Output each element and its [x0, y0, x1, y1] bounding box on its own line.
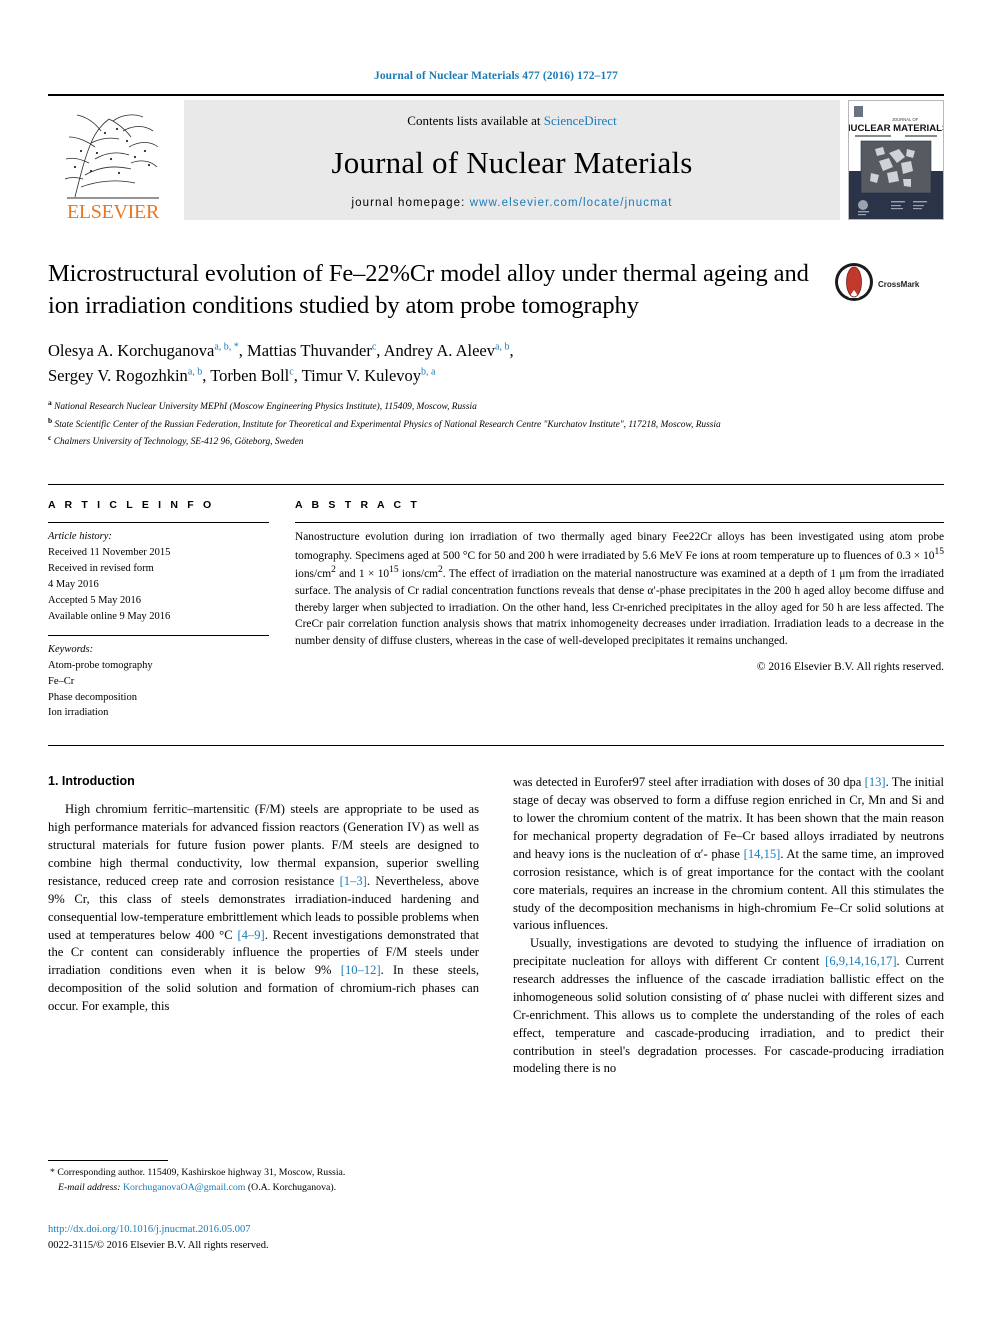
abstract-copyright: © 2016 Elsevier B.V. All rights reserved…	[756, 660, 944, 673]
citation-link[interactable]: [13]	[865, 775, 886, 789]
history-item: 4 May 2016	[48, 578, 99, 590]
affiliation-list: a National Research Nuclear University M…	[48, 397, 944, 450]
footnote-body: Corresponding author. 115409, Kashirskoe…	[57, 1167, 346, 1178]
crossmark-badge[interactable]: CrossMark	[834, 258, 944, 307]
article-history-label: Article history:	[48, 530, 112, 542]
issn-copyright: 0022-3115/© 2016 Elsevier B.V. All right…	[48, 1239, 269, 1251]
history-item: Received in revised form	[48, 562, 154, 574]
author-name: Sergey V. Rogozhkin	[48, 366, 188, 386]
history-item: Available online 9 May 2016	[48, 610, 171, 622]
body-column-right: was detected in Eurofer97 steel after ir…	[513, 774, 944, 1078]
affiliation-marker: c	[48, 433, 52, 443]
journal-banner: Contents lists available at ScienceDirec…	[184, 100, 840, 220]
affiliation-text: National Research Nuclear University MEP…	[54, 401, 477, 412]
affiliation-marker: b	[48, 415, 53, 425]
article-info-column: A R T I C L E I N F O Article history: R…	[48, 499, 295, 721]
paragraph: High chromium ferritic–martensitic (F/M)…	[48, 801, 479, 1016]
affiliation-item: c Chalmers University of Technology, SE-…	[48, 432, 944, 450]
citation-link[interactable]: [10–12]	[341, 963, 381, 977]
abstract-superscript: 15	[934, 546, 945, 557]
abstract-superscript: 15	[389, 565, 399, 576]
author-affiliation-marker[interactable]: c	[372, 341, 376, 352]
author-name: Mattias Thuvander	[247, 340, 372, 360]
keyword-item[interactable]: Fe–Cr	[48, 674, 269, 690]
author-affiliation-marker[interactable]: c	[289, 367, 293, 378]
affiliation-text: Chalmers University of Technology, SE-41…	[53, 437, 304, 448]
abstract-part: ions/cm	[398, 568, 438, 581]
article-page: Journal of Nuclear Materials 477 (2016) …	[0, 0, 992, 1323]
elsevier-logo: ELSEVIER	[48, 96, 178, 224]
running-head: Journal of Nuclear Materials 477 (2016) …	[373, 70, 619, 82]
abstract-part: ions/cm	[295, 568, 332, 581]
svg-text:NUCLEAR MATERIALS: NUCLEAR MATERIALS	[849, 123, 943, 134]
author-affiliation-marker[interactable]: a, b	[188, 367, 202, 378]
email-owner: (O.A. Korchuganova).	[245, 1181, 337, 1193]
affiliation-item: b State Scientific Center of the Russian…	[48, 415, 944, 433]
affiliation-item: a National Research Nuclear University M…	[48, 397, 944, 415]
abstract-heading: A B S T R A C T	[295, 498, 420, 511]
info-abstract-block: A R T I C L E I N F O Article history: R…	[48, 483, 944, 721]
email-link[interactable]: KorchuganovaOA@gmail.com	[123, 1182, 245, 1193]
citation-link[interactable]: [1–3]	[340, 874, 367, 888]
author-affiliation-marker[interactable]: a, b, *	[214, 341, 238, 352]
abstract-column: A B S T R A C T Nanostructure evolution …	[295, 499, 944, 721]
keywords-block: Keywords: Atom-probe tomography Fe–Cr Ph…	[48, 636, 269, 722]
footer-doi-block: http://dx.doi.org/10.1016/j.jnucmat.2016…	[48, 1222, 269, 1254]
author-name: Andrey A. Aleev	[383, 340, 495, 360]
author-name: Torben Boll	[210, 366, 290, 386]
history-item: Accepted 5 May 2016	[48, 594, 142, 606]
journal-homepage-link[interactable]: www.elsevier.com/locate/jnucmat	[470, 197, 673, 209]
paragraph-text: . Current research addresses the influen…	[513, 954, 944, 1076]
footnote-text: * Corresponding author. 115409, Kashirsk…	[48, 1161, 468, 1195]
affiliation-marker: a	[48, 397, 52, 407]
author-name: Timur V. Kulevoy	[301, 366, 422, 386]
footnote-marker: *	[50, 1167, 55, 1178]
journal-title: Journal of Nuclear Materials	[331, 145, 693, 180]
body-columns: 1. Introduction High chromium ferritic–m…	[48, 745, 944, 1078]
journal-homepage-line: journal homepage: www.elsevier.com/locat…	[351, 197, 672, 209]
crossmark-label: CrossMark	[878, 280, 920, 289]
email-label: E-mail address:	[58, 1181, 121, 1193]
contents-prefix: Contents lists available at	[407, 113, 544, 128]
crossmark-icon	[834, 262, 874, 307]
journal-cover-thumbnail: JOURNAL OF NUCLEAR MATERIALS	[848, 100, 944, 220]
author-affiliation-marker[interactable]: b, a	[421, 367, 435, 378]
keyword-item[interactable]: Atom-probe tomography	[48, 658, 269, 674]
history-item: Received 11 November 2015	[48, 546, 171, 558]
affiliation-text: State Scientific Center of the Russian F…	[54, 419, 721, 430]
author-affiliation-marker[interactable]: a, b	[495, 341, 509, 352]
citation-link[interactable]: [4–9]	[237, 928, 264, 942]
citation-link[interactable]: [14,15]	[744, 847, 781, 861]
homepage-prefix: journal homepage:	[351, 197, 470, 209]
elsevier-wordmark: ELSEVIER	[66, 201, 160, 223]
citation-link[interactable]: [6,9,14,16,17]	[825, 954, 896, 968]
paragraph: Usually, investigations are devoted to s…	[513, 935, 944, 1078]
article-info-heading: A R T I C L E I N F O	[48, 498, 215, 511]
contents-line: Contents lists available at ScienceDirec…	[407, 113, 616, 129]
doi-link[interactable]: http://dx.doi.org/10.1016/j.jnucmat.2016…	[48, 1222, 269, 1238]
page-title: Microstructural evolution of Fe–22%Cr mo…	[48, 260, 809, 319]
keyword-item[interactable]: Phase decomposition	[48, 690, 269, 706]
body-column-left: 1. Introduction High chromium ferritic–m…	[48, 774, 479, 1078]
article-history: Article history: Received 11 November 20…	[48, 523, 269, 635]
keywords-label: Keywords:	[48, 643, 94, 655]
journal-masthead: ELSEVIER Contents lists available at Sci…	[48, 94, 944, 224]
section-heading-introduction: 1. Introduction	[48, 774, 135, 789]
abstract-text: Nanostructure evolution during ion irrad…	[295, 523, 944, 650]
elsevier-tree-icon	[61, 103, 165, 201]
paragraph: was detected in Eurofer97 steel after ir…	[513, 774, 944, 935]
svg-text:JOURNAL OF: JOURNAL OF	[892, 117, 919, 122]
author-list: Olesya A. Korchuganovaa, b, *, Mattias T…	[48, 340, 514, 386]
abstract-part: . The effect of irradiation on the mater…	[295, 568, 944, 648]
corresponding-author-footnote: * Corresponding author. 115409, Kashirsk…	[48, 1160, 468, 1195]
keyword-item[interactable]: Ion irradiation	[48, 705, 269, 721]
sciencedirect-link[interactable]: ScienceDirect	[544, 113, 617, 128]
title-area: Microstructural evolution of Fe–22%Cr mo…	[48, 258, 944, 322]
abstract-part: Nanostructure evolution during ion irrad…	[295, 530, 944, 562]
abstract-part: and 1 × 10	[335, 568, 390, 581]
paragraph-text: was detected in Eurofer97 steel after ir…	[513, 775, 865, 790]
author-name: Olesya A. Korchuganova	[48, 340, 215, 360]
